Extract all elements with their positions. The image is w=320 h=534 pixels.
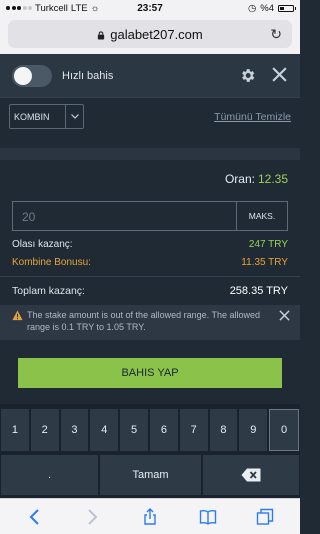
quick-bet-toggle[interactable]: [12, 64, 52, 87]
browser-toolbar: [0, 498, 300, 534]
dismiss-warning-icon[interactable]: [279, 310, 290, 321]
warning-icon: [12, 310, 23, 321]
clock: 23:57: [137, 2, 163, 14]
lock-icon: [98, 30, 105, 40]
key-8[interactable]: 8: [209, 409, 238, 451]
key-6[interactable]: 6: [149, 409, 178, 451]
key-0[interactable]: 0: [269, 409, 299, 451]
battery-percent: %4: [260, 2, 274, 14]
place-bet-button[interactable]: BAHIS YAP: [18, 358, 282, 388]
numeric-keyboard: 1 2 3 4 5 6 7 8 9 0 . Tamam: [0, 404, 300, 498]
possible-win-row: Olası kazanç: 247 TRY: [12, 239, 288, 250]
address-bar[interactable]: galabet207.com ↻: [8, 20, 292, 48]
backspace-key[interactable]: [203, 455, 299, 495]
odds-display: Oran: 12.35: [225, 172, 288, 186]
back-icon[interactable]: [26, 508, 44, 526]
section-divider: [0, 148, 300, 160]
carrier-name: Turkcell: [35, 2, 68, 14]
odds-label: Oran:: [224, 172, 255, 186]
battery-icon: [278, 4, 296, 12]
share-icon[interactable]: [141, 507, 159, 526]
done-key[interactable]: Tamam: [100, 455, 201, 495]
gear-icon[interactable]: [239, 67, 256, 84]
backspace-icon: [241, 468, 261, 482]
close-icon[interactable]: [271, 66, 288, 83]
bet-type-value: KOMBIN: [14, 111, 50, 122]
bet-type-select[interactable]: KOMBIN: [9, 104, 84, 129]
betslip-controls: KOMBIN Tümünü Temizle: [0, 97, 300, 137]
stake-warning: The stake amount is out of the allowed r…: [0, 305, 300, 340]
status-bar: Turkcell LTE ☼ 23:57 ◷ %4: [0, 0, 300, 16]
orientation-lock-icon: ◷: [247, 2, 257, 14]
warning-text: The stake amount is out of the allowed r…: [27, 310, 260, 332]
key-4[interactable]: 4: [90, 409, 119, 451]
summary-divider: [0, 276, 300, 277]
tabs-icon[interactable]: [256, 508, 274, 526]
forward-icon[interactable]: [83, 508, 101, 526]
key-7[interactable]: 7: [179, 409, 208, 451]
signal-icon: [6, 6, 32, 10]
key-dot[interactable]: .: [1, 455, 98, 495]
total-win-value: 258.35 TRY: [229, 285, 288, 297]
bookmarks-icon[interactable]: [199, 508, 217, 526]
combo-bonus-row: Kombine Bonusu: 11.35 TRY: [12, 257, 288, 268]
total-win-row: Toplam kazanç: 258.35 TRY: [12, 285, 288, 297]
possible-win-value: 247 TRY: [248, 239, 288, 250]
clear-all-link[interactable]: Tümünü Temizle: [214, 111, 291, 123]
browser-header: galabet207.com ↻: [0, 16, 300, 54]
max-stake-button[interactable]: MAKS.: [236, 202, 287, 230]
stake-field: 20 MAKS.: [12, 201, 288, 231]
reload-icon[interactable]: ↻: [270, 26, 282, 43]
combo-bonus-value: 11.35 TRY: [241, 257, 288, 268]
url-text: galabet207.com: [110, 26, 203, 42]
quick-bet-bar: Hızlı bahis: [0, 54, 300, 97]
quick-bet-label: Hızlı bahis: [62, 69, 114, 82]
key-1[interactable]: 1: [1, 409, 29, 451]
chevron-down-icon: [65, 105, 83, 128]
possible-win-label: Olası kazanç:: [12, 239, 73, 250]
key-2[interactable]: 2: [30, 409, 59, 451]
key-5[interactable]: 5: [120, 409, 148, 451]
network-type: LTE: [70, 2, 88, 14]
stake-input[interactable]: 20: [13, 202, 236, 230]
total-win-label: Toplam kazanç:: [12, 285, 85, 297]
combo-bonus-label: Kombine Bonusu:: [12, 257, 91, 268]
odds-value: 12.35: [257, 172, 288, 186]
wifi-icon: ☼: [90, 2, 100, 14]
key-9[interactable]: 9: [239, 409, 268, 451]
key-3[interactable]: 3: [60, 409, 89, 451]
